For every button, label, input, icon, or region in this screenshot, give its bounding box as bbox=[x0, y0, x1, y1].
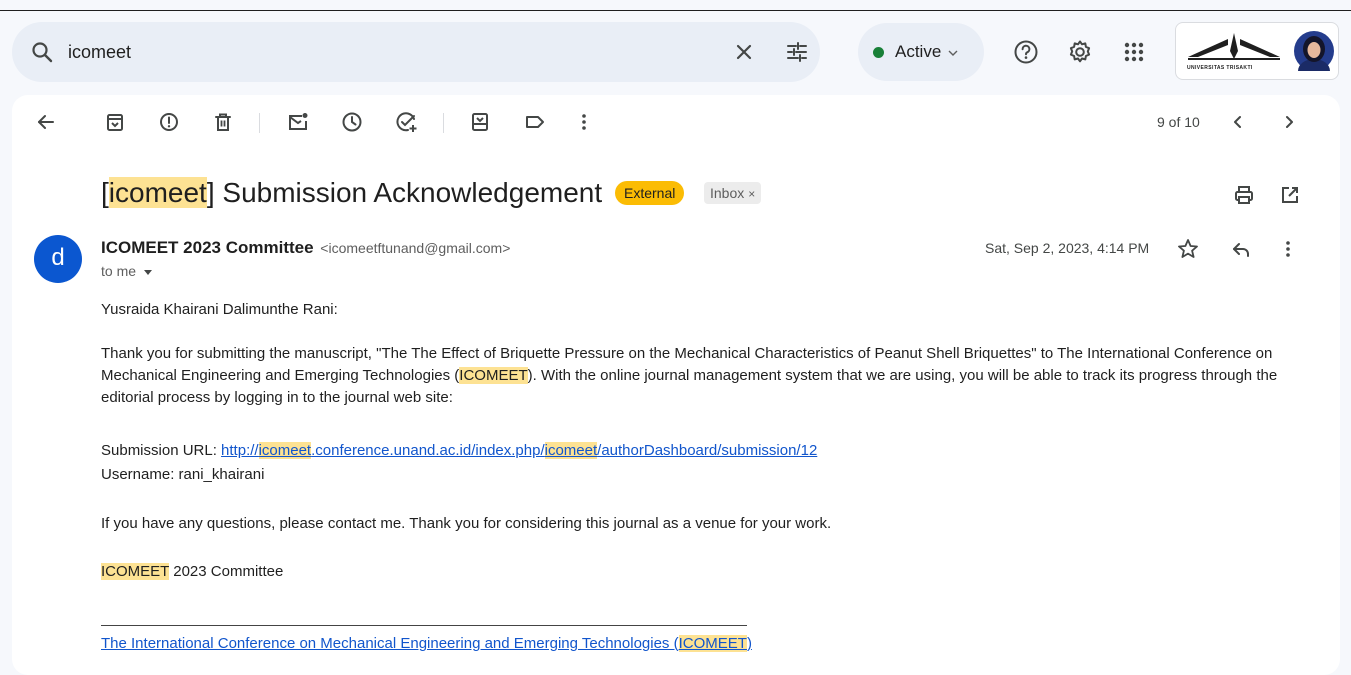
inbox-label-chip[interactable]: Inbox × bbox=[704, 182, 762, 204]
open-in-new-window-icon[interactable] bbox=[1278, 183, 1302, 207]
signature: ICOMEET 2023 Committee bbox=[101, 563, 284, 580]
message-view: 9 of 10 [icomeet] Submission Acknowledge… bbox=[12, 95, 1340, 675]
chevron-down-icon bbox=[143, 270, 152, 275]
toolbar-divider bbox=[259, 113, 260, 133]
help-icon[interactable] bbox=[1013, 39, 1039, 65]
signature-divider bbox=[101, 625, 747, 626]
chevron-down-icon bbox=[948, 50, 958, 56]
delete-trash-icon[interactable] bbox=[211, 110, 235, 134]
search-options-icon[interactable] bbox=[785, 40, 809, 64]
window-top-border bbox=[0, 10, 1351, 11]
chevron-right-icon[interactable] bbox=[1277, 110, 1301, 134]
search-bar[interactable] bbox=[12, 22, 820, 82]
mark-unread-icon[interactable] bbox=[286, 110, 310, 134]
search-input[interactable] bbox=[68, 36, 688, 68]
chevron-left-icon[interactable] bbox=[1226, 110, 1250, 134]
back-arrow-icon[interactable] bbox=[34, 110, 58, 134]
sender-email: <icomeetftunand@gmail.com> bbox=[320, 240, 511, 256]
body-paragraph-1: Thank you for submitting the manuscript,… bbox=[101, 345, 1278, 406]
print-icon[interactable] bbox=[1232, 183, 1256, 207]
footer-link-line: The International Conference on Mechanic… bbox=[101, 633, 1281, 655]
conference-link[interactable]: The International Conference on Mechanic… bbox=[101, 635, 752, 652]
submission-url-link[interactable]: http://icomeet.conference.unand.ac.id/in… bbox=[221, 442, 817, 459]
remove-label-icon[interactable]: × bbox=[748, 187, 755, 201]
sender-avatar[interactable]: d bbox=[34, 235, 82, 283]
clear-search-icon[interactable] bbox=[732, 40, 756, 64]
settings-gear-icon[interactable] bbox=[1067, 39, 1093, 65]
archive-icon[interactable] bbox=[103, 110, 127, 134]
body-paragraph-2: If you have any questions, please contac… bbox=[101, 515, 832, 532]
status-dot bbox=[873, 46, 884, 58]
reply-icon[interactable] bbox=[1229, 237, 1253, 261]
search-icon[interactable] bbox=[30, 40, 54, 64]
apps-grid-icon[interactable] bbox=[1121, 39, 1147, 65]
university-logo-icon bbox=[1188, 33, 1280, 60]
message-more-options-icon[interactable] bbox=[1278, 237, 1298, 261]
submission-url-line: Submission URL: http://icomeet.conferenc… bbox=[101, 442, 818, 459]
username-line: Username: rani_khairani bbox=[101, 466, 265, 483]
snooze-clock-icon[interactable] bbox=[340, 110, 364, 134]
label-icon[interactable] bbox=[523, 110, 547, 134]
body-greeting: Yusraida Khairani Dalimunthe Rani: bbox=[101, 301, 338, 318]
pager-count: 9 of 10 bbox=[1157, 114, 1200, 130]
status-label: Active bbox=[895, 42, 942, 61]
message-date: Sat, Sep 2, 2023, 4:14 PM bbox=[985, 240, 1150, 256]
account-avatar[interactable] bbox=[1294, 31, 1334, 71]
add-to-tasks-icon[interactable] bbox=[394, 110, 418, 134]
report-spam-icon[interactable] bbox=[157, 110, 181, 134]
brand-name: UNIVERSITAS TRISAKTI bbox=[1187, 65, 1253, 71]
recipient-details[interactable]: to me bbox=[101, 263, 153, 279]
message-subject: [icomeet] Submission Acknowledgement bbox=[101, 177, 603, 208]
more-options-icon[interactable] bbox=[574, 110, 594, 134]
star-icon[interactable] bbox=[1176, 237, 1200, 261]
external-tag: External bbox=[615, 181, 685, 205]
account-switcher[interactable]: UNIVERSITAS TRISAKTI bbox=[1175, 22, 1339, 80]
toolbar-divider bbox=[443, 113, 444, 133]
move-to-icon[interactable] bbox=[468, 110, 492, 134]
status-chip[interactable]: Active bbox=[858, 23, 984, 81]
sender-name[interactable]: ICOMEET 2023 Committee <icomeetftunand@g… bbox=[101, 238, 510, 258]
